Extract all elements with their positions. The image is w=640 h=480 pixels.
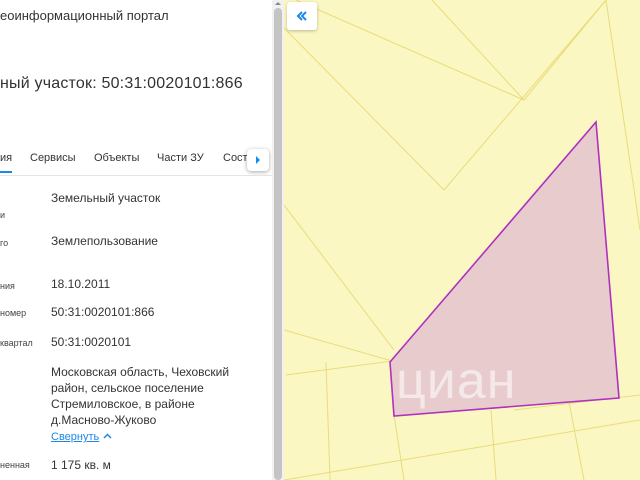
row-value: 50:31:0020101:866 bbox=[51, 305, 155, 319]
row-label: ненная bbox=[0, 460, 30, 470]
row-label: го bbox=[0, 238, 9, 248]
row-value: Земельный участок bbox=[51, 191, 161, 205]
double-chevron-left-icon bbox=[296, 11, 307, 21]
tab-parts[interactable]: Части ЗУ bbox=[157, 152, 204, 164]
tab-objects[interactable]: Объекты bbox=[94, 152, 139, 164]
collapse-link[interactable]: Свернуть bbox=[51, 431, 99, 443]
scrollbar-thumb[interactable] bbox=[274, 8, 282, 480]
row-value: 50:31:0020101 bbox=[51, 335, 132, 349]
row-label: номер bbox=[0, 308, 27, 318]
tab-info[interactable]: ия bbox=[0, 152, 13, 173]
watermark-logo: циан bbox=[396, 352, 517, 410]
tabs-divider bbox=[0, 175, 272, 176]
tab-services[interactable]: Сервисы bbox=[30, 152, 76, 164]
info-panel: еоинформационный портал ный участок: 50:… bbox=[0, 0, 284, 480]
map-view[interactable]: циан bbox=[284, 0, 640, 480]
page-title: ный участок: 50:31:0020101:866 bbox=[0, 75, 243, 92]
portal-title: еоинформационный портал bbox=[0, 8, 169, 23]
chevron-up-icon[interactable] bbox=[103, 433, 112, 439]
row-value: 18.10.2011 bbox=[51, 277, 111, 291]
chevron-right-icon bbox=[256, 156, 260, 164]
scroll-up-arrow-icon[interactable] bbox=[274, 0, 282, 7]
row-label: и bbox=[0, 210, 6, 220]
row-value: 1 175 кв. м bbox=[51, 458, 111, 472]
row-label: ния bbox=[0, 281, 15, 291]
tab-bar: ия Сервисы Объекты Части ЗУ Соста bbox=[0, 146, 272, 176]
row-value: Землепользование bbox=[51, 234, 158, 248]
row-value: Московская область, Чеховский район, сел… bbox=[51, 365, 230, 427]
tabs-scroll-right-button[interactable] bbox=[247, 149, 269, 171]
collapse-panel-button[interactable] bbox=[287, 2, 317, 30]
row-label: квартал bbox=[0, 338, 33, 348]
